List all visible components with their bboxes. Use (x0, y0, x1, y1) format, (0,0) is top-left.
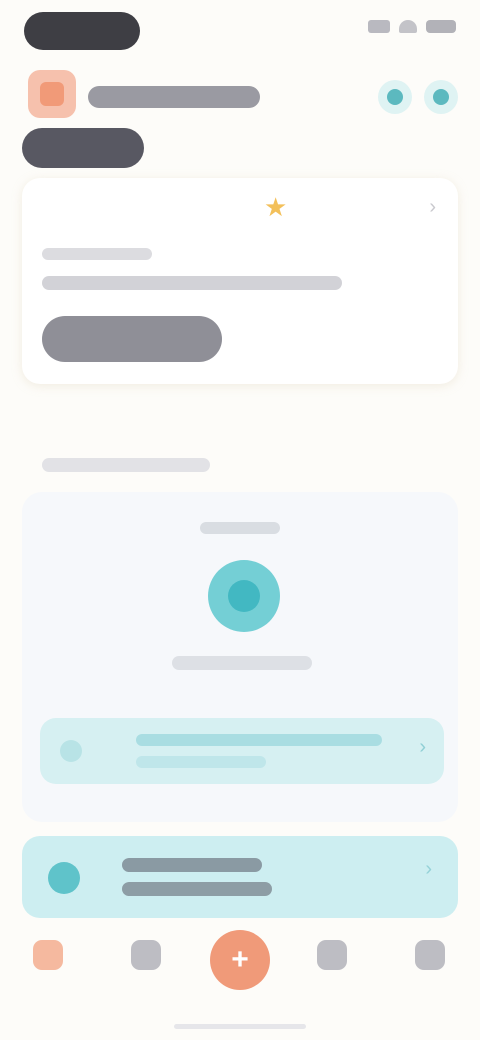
chevron-right-icon[interactable]: › (429, 196, 436, 219)
brand-logo (28, 70, 76, 118)
app-header (0, 62, 480, 124)
status-icons (368, 20, 456, 33)
settings-icon (433, 89, 449, 105)
bottom-nav: + (0, 920, 480, 1040)
add-button[interactable]: + (210, 930, 270, 990)
home-indicator[interactable] (174, 1024, 306, 1029)
promo-icon (48, 862, 80, 894)
status-row-subtitle (136, 756, 266, 768)
promo-title (122, 858, 262, 872)
nav-item-2[interactable] (114, 932, 178, 1012)
brand-name (88, 86, 260, 108)
status-card-heading (200, 522, 280, 534)
home-icon (33, 940, 63, 970)
nav-item-profile[interactable] (398, 932, 462, 1012)
section-subtitle (42, 458, 210, 472)
header-actions (378, 80, 458, 114)
summary-card-action-button[interactable] (42, 316, 222, 362)
info-icon (60, 740, 82, 762)
tab-3[interactable] (292, 128, 372, 168)
profile-icon (415, 940, 445, 970)
status-indicator (208, 560, 280, 632)
nav-item-home[interactable] (16, 932, 80, 1012)
star-icon: ★ (264, 192, 288, 222)
app-screen: ★ › › › + (0, 0, 480, 1040)
summary-card[interactable]: ★ › (22, 178, 458, 384)
tab-2[interactable] (170, 128, 250, 168)
summary-card-description (42, 276, 342, 290)
notification-icon (387, 89, 403, 105)
status-card-caption (172, 656, 312, 670)
promo-banner[interactable]: › (22, 836, 458, 918)
settings-button[interactable] (424, 80, 458, 114)
summary-card-subtitle (42, 248, 152, 260)
status-time-pill (24, 12, 140, 50)
promo-subtitle (122, 882, 272, 896)
wifi-icon (399, 20, 417, 33)
calendar-icon (131, 940, 161, 970)
status-bar (0, 0, 480, 62)
chevron-right-icon: › (419, 736, 426, 758)
tab-1[interactable] (22, 128, 144, 168)
nav-item-3[interactable] (300, 932, 364, 1012)
status-card: › (22, 492, 458, 822)
chevron-right-icon: › (425, 858, 432, 880)
status-card-row[interactable]: › (40, 718, 444, 784)
battery-icon (426, 20, 456, 33)
tab-bar (0, 128, 480, 170)
status-circle-icon (228, 580, 260, 612)
status-row-title (136, 734, 382, 746)
cellular-signal-icon (368, 20, 390, 33)
logo-mark-icon (40, 82, 64, 106)
notification-button[interactable] (378, 80, 412, 114)
tab-4[interactable] (396, 128, 466, 168)
chat-icon (317, 940, 347, 970)
